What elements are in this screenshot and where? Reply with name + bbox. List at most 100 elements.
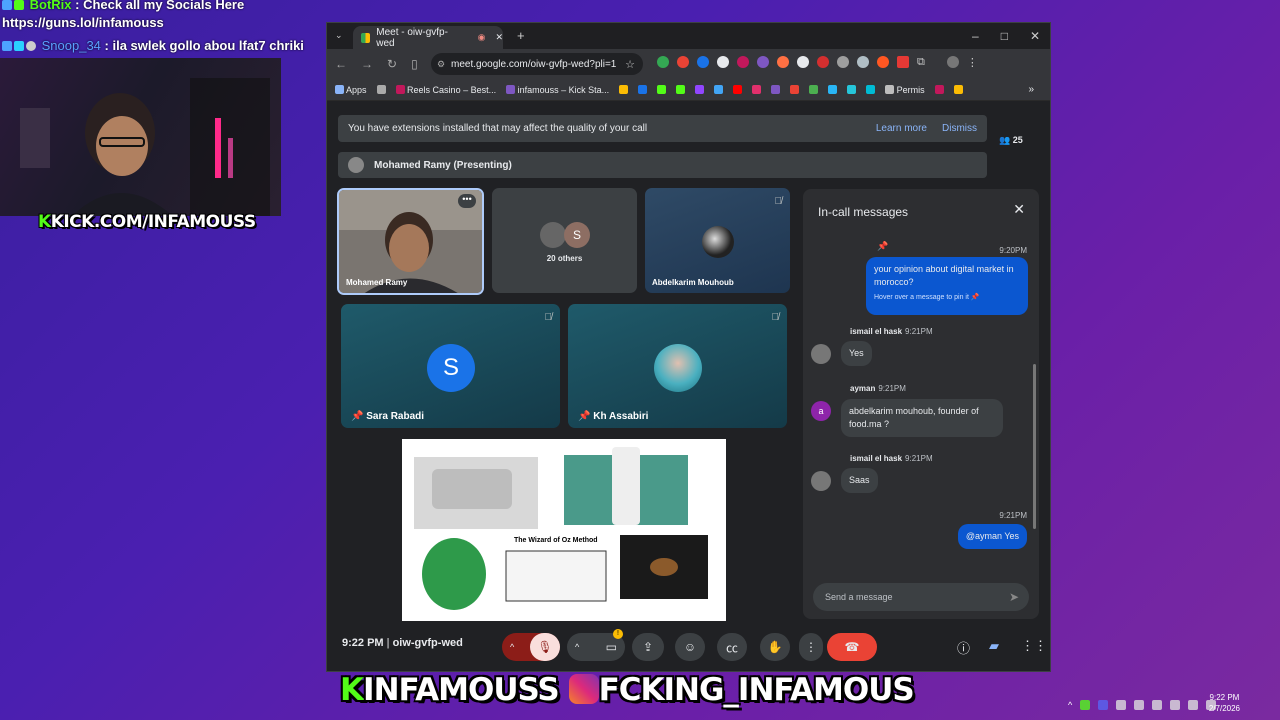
extension-icon[interactable] — [797, 56, 809, 68]
captions-button[interactable]: ㏄ — [717, 633, 747, 661]
chat-icon[interactable]: ▰ — [989, 638, 999, 654]
more-options-button[interactable]: ⋮ — [799, 633, 823, 661]
bookmark-favicon-icon[interactable] — [828, 85, 838, 94]
instagram-icon[interactable] — [752, 85, 762, 94]
tab-meet[interactable]: Meet - oiw-gvfp-wed ◉ ✕ — [353, 26, 503, 49]
tile-self[interactable]: ••• Mohamed Ramy — [337, 188, 484, 295]
close-icon[interactable]: ✕ — [1013, 201, 1025, 218]
extension-icon[interactable] — [857, 56, 869, 68]
extension-icon[interactable] — [897, 56, 909, 68]
bookmark-permis[interactable]: Permis — [885, 84, 925, 95]
gmail-icon[interactable] — [790, 85, 800, 94]
extensions-puzzle-icon[interactable]: ⧉ — [917, 56, 925, 69]
scrollbar[interactable] — [1033, 364, 1036, 529]
extension-icon[interactable] — [657, 56, 669, 68]
tile-others[interactable]: S 20 others — [492, 188, 637, 293]
kick-icon[interactable] — [676, 85, 686, 94]
tray-app-icon[interactable] — [1080, 700, 1091, 710]
browser-menu-icon[interactable]: ⋮ — [967, 56, 978, 69]
taskbar-clock[interactable]: 9:22 PM 2/7/2026 — [1209, 692, 1240, 714]
leave-call-button[interactable]: ☎ — [827, 633, 877, 661]
raise-hand-button[interactable]: ✋ — [760, 633, 790, 661]
participants-button[interactable]: 👥 25 — [999, 135, 1023, 146]
tile-kh[interactable]: 🎙̸ 📌 Kh Assabiri — [568, 304, 787, 428]
present-screen-button[interactable]: ⇪ — [632, 633, 664, 661]
learn-more-link[interactable]: Learn more — [876, 123, 927, 134]
bookmark-favicon-icon[interactable] — [771, 85, 781, 94]
send-icon[interactable]: ➤ — [1009, 590, 1019, 604]
info-icon[interactable]: ⓘ — [957, 638, 970, 657]
bookmark-kick[interactable]: infamouss – Kick Sta... — [506, 84, 609, 95]
kick-icon[interactable] — [657, 85, 667, 94]
sidebar-icon[interactable]: ▯ — [411, 57, 418, 71]
reload-icon[interactable]: ↻ — [387, 57, 397, 71]
bookmark-reels[interactable]: Reels Casino – Best... — [395, 84, 496, 95]
network-icon[interactable] — [1188, 700, 1199, 710]
close-window-button[interactable]: ✕ — [1030, 29, 1040, 43]
extension-icon[interactable] — [757, 56, 769, 68]
dismiss-button[interactable]: Dismiss — [942, 123, 977, 134]
tile-sara[interactable]: 🎙̸ S 📌 Sara Rabadi — [341, 304, 560, 428]
mic-options-icon[interactable]: ^ — [510, 642, 514, 652]
more-options-icon[interactable]: ••• — [458, 194, 476, 208]
participant-name: Abdelkarim Mouhoub — [652, 278, 734, 287]
message-bubble[interactable]: abdelkarim mouhoub, founder of food.ma ? — [841, 399, 1003, 437]
activities-icon[interactable]: ⋮⋮ — [1021, 638, 1047, 654]
bookmark-favicon-icon[interactable] — [934, 85, 944, 94]
extension-icon[interactable] — [717, 56, 729, 68]
sender-name: ismail el hask — [850, 327, 903, 336]
camera-button[interactable]: ▭ — [606, 640, 617, 654]
tray-expand-icon[interactable]: ^ — [1068, 700, 1072, 710]
apps-icon[interactable] — [376, 85, 386, 94]
streamer-image — [20, 78, 270, 216]
back-icon[interactable]: ← — [335, 57, 347, 71]
extension-icon[interactable] — [877, 56, 889, 68]
tab-search-icon[interactable]: ⌄ — [335, 30, 343, 41]
forward-icon[interactable]: → — [361, 57, 373, 71]
meet-page: You have extensions installed that may a… — [327, 101, 1050, 671]
bookmark-favicon-icon[interactable] — [619, 85, 629, 94]
own-message-bubble[interactable]: your opinion about digital market in mor… — [866, 257, 1028, 315]
tray-app-icon[interactable] — [1134, 700, 1145, 710]
tray-app-icon[interactable] — [1116, 700, 1127, 710]
warning-text: You have extensions installed that may a… — [348, 123, 648, 134]
site-info-icon[interactable]: ⚙ — [437, 59, 445, 70]
bookmark-favicon-icon[interactable] — [809, 85, 819, 94]
bookmark-favicon-icon[interactable] — [638, 85, 648, 94]
bookmark-favicon-icon[interactable] — [953, 85, 963, 94]
mic-off-button[interactable]: 🎙 — [530, 633, 560, 661]
bookmark-favicon-icon[interactable] — [847, 85, 857, 94]
twitch-icon[interactable] — [695, 85, 705, 94]
bookmark-apps[interactable]: Apps — [335, 84, 367, 95]
own-message-bubble[interactable]: @ayman Yes — [957, 524, 1027, 549]
extension-icon[interactable] — [837, 56, 849, 68]
extension-icon[interactable] — [677, 56, 689, 68]
avatar — [702, 226, 734, 258]
emoji-button[interactable]: ☺ — [675, 633, 705, 661]
message-bubble[interactable]: Yes — [841, 341, 872, 366]
youtube-icon[interactable] — [733, 85, 743, 94]
tile-abdelkarim[interactable]: 🎙̸ Abdelkarim Mouhoub — [645, 188, 790, 293]
profile-avatar[interactable] — [946, 56, 959, 68]
maximize-button[interactable]: □ — [1001, 29, 1008, 43]
bookmark-favicon-icon[interactable] — [866, 85, 876, 94]
bookmark-favicon-icon[interactable] — [714, 85, 724, 94]
camera-options-icon[interactable]: ^ — [575, 642, 579, 652]
pin-message-icon[interactable]: 📌 — [877, 241, 888, 252]
minimize-button[interactable]: – — [972, 29, 979, 43]
discord-icon[interactable] — [1098, 700, 1109, 710]
bookmark-star-icon[interactable]: ☆ — [625, 58, 635, 71]
new-tab-button[interactable]: + — [517, 28, 525, 43]
close-tab-icon[interactable]: ✕ — [495, 32, 503, 43]
mic-icon[interactable] — [1170, 700, 1181, 710]
message-bubble[interactable]: Saas — [841, 468, 878, 493]
extension-icon[interactable] — [817, 56, 829, 68]
send-message-field[interactable]: Send a message ➤ — [813, 583, 1029, 611]
tray-app-icon[interactable] — [1152, 700, 1163, 710]
extension-icon[interactable] — [737, 56, 749, 68]
url-field[interactable]: ⚙ meet.google.com/oiw-gvfp-wed?pli=1 ☆ — [431, 53, 643, 75]
extension-icon[interactable] — [697, 56, 709, 68]
badge-icon — [14, 41, 24, 51]
more-bookmarks-icon[interactable]: » — [1028, 84, 1034, 95]
extension-icon[interactable] — [777, 56, 789, 68]
